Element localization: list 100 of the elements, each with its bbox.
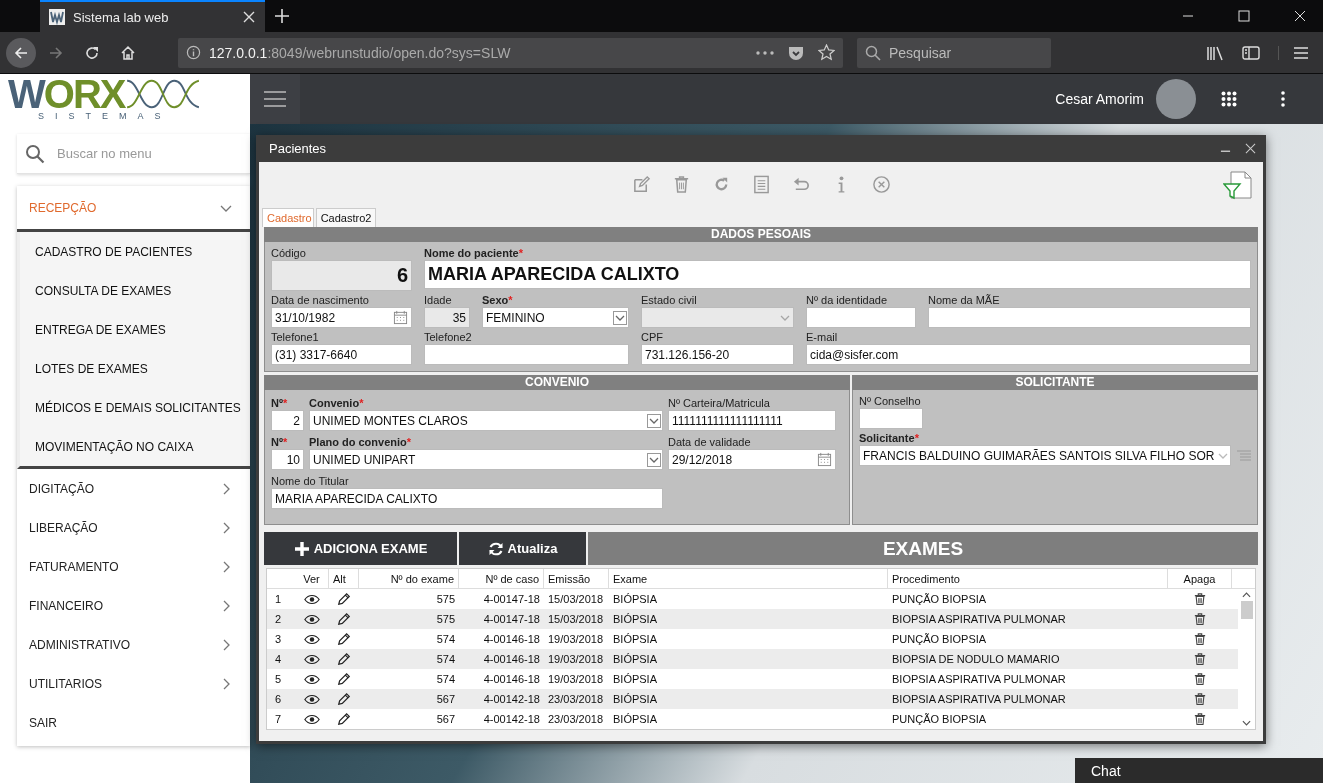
dropdown-field[interactable]: FEMININO bbox=[482, 307, 629, 328]
avatar[interactable] bbox=[1156, 79, 1196, 119]
column-header[interactable]: Ver bbox=[295, 569, 329, 588]
eye-icon[interactable] bbox=[304, 633, 320, 645]
trash-icon[interactable] bbox=[1194, 633, 1206, 645]
scrollbar[interactable] bbox=[1238, 589, 1255, 729]
trash-icon[interactable] bbox=[1194, 713, 1206, 725]
table-cell-text: BIÓPSIA bbox=[612, 693, 659, 705]
column-header[interactable]: Procedimento bbox=[888, 569, 1168, 588]
column-header[interactable]: Alt bbox=[329, 569, 359, 588]
trash-icon[interactable] bbox=[1194, 693, 1206, 705]
submenu-item[interactable]: MÉDICOS E DEMAIS SOLICITANTES bbox=[20, 388, 250, 427]
dropdown-field[interactable]: UNIMED UNIPART bbox=[309, 449, 663, 470]
menu-item[interactable]: LIBERAÇÃO bbox=[17, 508, 250, 547]
browser-tab[interactable]: Sistema lab web bbox=[40, 0, 265, 32]
pencil-icon[interactable] bbox=[337, 672, 351, 686]
column-header[interactable]: Apaga bbox=[1168, 569, 1232, 588]
caret-down-icon[interactable] bbox=[1242, 720, 1251, 726]
dropdown-field[interactable]: FRANCIS BALDUINO GUIMARÃES SANTOIS SILVA FILHO SOR bbox=[859, 445, 1231, 466]
eye-icon[interactable] bbox=[304, 593, 320, 605]
chat-bar[interactable]: Chat bbox=[1075, 758, 1323, 783]
eye-icon[interactable] bbox=[304, 713, 320, 725]
table-cell-text: 15/03/2018 bbox=[547, 593, 605, 605]
column-header[interactable]: Emissão bbox=[544, 569, 609, 588]
sidebar-icon[interactable] bbox=[1242, 44, 1260, 61]
scrollbar-thumb[interactable] bbox=[1240, 601, 1253, 619]
column-header[interactable]: Exame bbox=[609, 569, 888, 588]
eye-icon[interactable] bbox=[304, 653, 320, 665]
menu-button[interactable] bbox=[250, 74, 300, 124]
eye-icon[interactable] bbox=[304, 673, 320, 685]
pocket-icon[interactable] bbox=[788, 44, 804, 61]
new-tab-icon[interactable] bbox=[275, 9, 289, 23]
table-cell-text: 567 bbox=[435, 693, 456, 705]
menu-item[interactable]: FATURAMENTO bbox=[17, 547, 250, 586]
field-label: Nº da identidade bbox=[806, 293, 889, 307]
input-field[interactable]: 31/10/1982 bbox=[271, 307, 412, 328]
calendar-icon[interactable] bbox=[393, 310, 408, 325]
menu-item[interactable]: DIGITAÇÃO bbox=[17, 469, 250, 508]
filter-document-icon[interactable] bbox=[1223, 170, 1253, 200]
input-field[interactable]: MARIA APARECIDA CALIXTO bbox=[271, 488, 663, 509]
pencil-icon[interactable] bbox=[337, 612, 351, 626]
input-field[interactable]: 10 bbox=[271, 449, 304, 470]
caret-up-icon[interactable] bbox=[1242, 592, 1251, 598]
section-heading: CONVENIO bbox=[264, 375, 850, 390]
pencil-icon[interactable] bbox=[337, 632, 351, 646]
input-field[interactable]: 2 bbox=[271, 410, 304, 431]
input-field[interactable]: 1111111111111111111 bbox=[668, 410, 836, 431]
column-header[interactable]: Nº de caso bbox=[459, 569, 544, 588]
submenu-item[interactable]: LOTES DE EXAMES bbox=[20, 349, 250, 388]
table-cell-text: 19/03/2018 bbox=[547, 673, 605, 685]
eye-icon[interactable] bbox=[304, 613, 320, 625]
menu-item[interactable]: SAIR bbox=[17, 703, 250, 742]
input-field[interactable]: 731.126.156-20 bbox=[641, 344, 794, 365]
pencil-icon[interactable] bbox=[337, 712, 351, 726]
search-field[interactable]: Pesquisar bbox=[857, 37, 1051, 68]
back-button[interactable] bbox=[6, 37, 36, 68]
pencil-icon[interactable] bbox=[337, 592, 351, 606]
trash-icon[interactable] bbox=[1194, 673, 1206, 685]
more-icon[interactable] bbox=[1281, 91, 1285, 107]
tab[interactable]: Cadastro2 bbox=[315, 208, 377, 227]
input-field[interactable]: (31) 3317-6640 bbox=[271, 344, 412, 365]
table-cell-text: 4-00147-18 bbox=[482, 593, 541, 605]
refresh-button[interactable]: Atualiza bbox=[459, 532, 586, 565]
table-cell-text: PUNÇÃO BIOPSIA bbox=[891, 633, 988, 645]
more-icon[interactable] bbox=[756, 50, 774, 55]
menu-icon[interactable] bbox=[1278, 45, 1309, 60]
input-field[interactable] bbox=[806, 307, 916, 328]
close-icon[interactable] bbox=[1245, 143, 1256, 154]
add-exam-button[interactable]: ADICIONA EXAME bbox=[264, 532, 457, 565]
apps-grid-icon[interactable] bbox=[1221, 91, 1237, 107]
trash-icon[interactable] bbox=[1194, 593, 1206, 605]
menu-item[interactable]: ADMINISTRATIVO bbox=[17, 625, 250, 664]
table-cell-text: 4-00146-18 bbox=[482, 633, 541, 645]
star-icon[interactable] bbox=[818, 44, 835, 61]
eye-icon[interactable] bbox=[304, 693, 320, 705]
submenu-item[interactable]: CADASTRO DE PACIENTES bbox=[20, 232, 250, 271]
dropdown-field[interactable]: UNIMED MONTES CLAROS bbox=[309, 410, 663, 431]
close-tab-icon[interactable] bbox=[243, 11, 255, 23]
column-header[interactable]: Nº do exame bbox=[359, 569, 459, 588]
field-label: CPF bbox=[641, 330, 664, 344]
trash-icon[interactable] bbox=[1194, 653, 1206, 665]
menu-item[interactable]: FINANCEIRO bbox=[17, 586, 250, 625]
trash-icon[interactable] bbox=[1194, 613, 1206, 625]
pencil-icon[interactable] bbox=[337, 652, 351, 666]
submenu-item[interactable]: ENTREGA DE EXAMES bbox=[20, 310, 250, 349]
input-field[interactable]: MARIA APARECIDA CALIXTO bbox=[424, 260, 1251, 289]
submenu-item[interactable]: CONSULTA DE EXAMES bbox=[20, 271, 250, 310]
submenu-item[interactable]: MOVIMENTAÇÃO NO CAIXA bbox=[20, 427, 250, 466]
library-icon[interactable] bbox=[1206, 44, 1224, 61]
input-field[interactable]: cida@sisfer.com bbox=[806, 344, 1251, 365]
pencil-icon[interactable] bbox=[337, 692, 351, 706]
tab[interactable]: Cadastro bbox=[262, 208, 314, 227]
input-field[interactable]: 29/12/2018 bbox=[668, 449, 836, 470]
input-field[interactable] bbox=[859, 408, 923, 429]
input-field[interactable] bbox=[928, 307, 1251, 328]
calendar-icon[interactable] bbox=[817, 452, 832, 467]
address-bar[interactable]: 127.0.0.1:8049/webrunstudio/open.do?sys=SLW bbox=[178, 37, 843, 68]
menu-item[interactable]: UTILITARIOS bbox=[17, 664, 250, 703]
input-field[interactable] bbox=[424, 344, 629, 365]
table-cell-text: 574 bbox=[435, 633, 456, 645]
